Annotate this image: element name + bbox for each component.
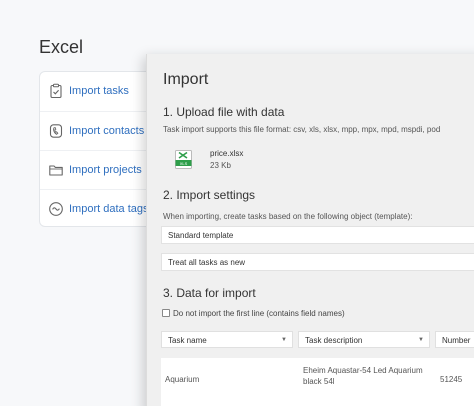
skip-first-line-label: Do not import the first line (contains f…: [173, 309, 345, 318]
contacts-icon: [48, 123, 64, 139]
tag-icon: [48, 201, 64, 217]
data-heading: 3. Data for import: [163, 286, 256, 300]
column-select-value: Number: [442, 336, 471, 345]
chevron-down-icon: ▼: [281, 337, 287, 343]
task-status-select[interactable]: Treat all tasks as new: [161, 253, 474, 271]
sidebar-item-label: Import data tags: [69, 203, 149, 215]
xls-file-icon[interactable]: XLS: [175, 150, 192, 169]
data-preview-table: Aquarium Eheim Aquastar-54 Led Aquarium …: [161, 358, 474, 406]
dialog-title: Import: [163, 71, 209, 88]
table-cell: Eheim Aquastar-54 Led Aquarium black 54l: [303, 366, 423, 386]
column-select[interactable]: Number: [435, 331, 474, 348]
sidebar-item-label: Import tasks: [69, 85, 129, 97]
xls-file-label: XLS: [180, 161, 188, 166]
settings-heading: 2. Import settings: [163, 188, 256, 202]
settings-hint: When importing, create tasks based on th…: [163, 212, 413, 221]
clipboard-check-icon: [48, 83, 64, 99]
column-select-value: Task name: [168, 336, 207, 345]
column-select[interactable]: Task name ▼: [161, 331, 293, 348]
import-dialog: Import 1. Upload file with data Task imp…: [146, 54, 474, 406]
table-cell: 51245: [440, 375, 463, 384]
sidebar-item-label: Import projects: [69, 164, 142, 176]
upload-heading: 1. Upload file with data: [163, 105, 285, 119]
table-cell: Aquarium: [165, 375, 200, 384]
file-name: price.xlsx: [210, 149, 244, 158]
sidebar-item-label: Import contacts: [69, 125, 145, 137]
page-title: Excel: [39, 37, 84, 57]
column-select-value: Task description: [305, 336, 363, 345]
chevron-down-icon: ▼: [418, 337, 424, 343]
folder-icon: [48, 162, 64, 178]
upload-hint: Task import supports this file format: c…: [163, 125, 441, 134]
skip-first-line-checkbox[interactable]: [162, 309, 170, 317]
column-select[interactable]: Task description ▼: [298, 331, 430, 348]
file-size: 23 Kb: [210, 161, 231, 170]
template-select[interactable]: Standard template: [161, 226, 474, 244]
